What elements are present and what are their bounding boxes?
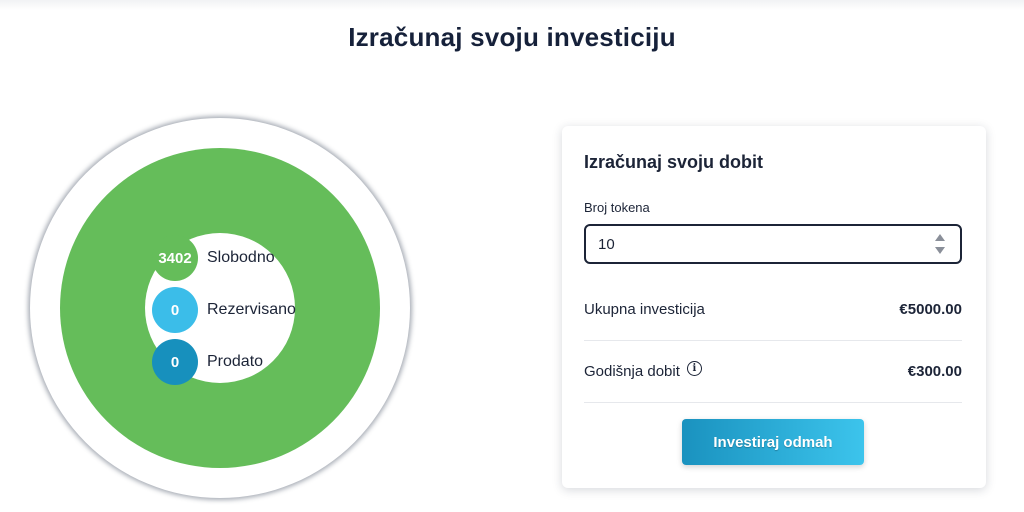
- legend-item-prodato: 0 Prodato: [152, 339, 296, 385]
- annual-profit-row: Godišnja dobit i €300.00: [584, 340, 962, 403]
- top-bar: [0, 0, 1024, 10]
- annual-profit-label: Godišnja dobit: [584, 362, 680, 380]
- annual-profit-label-group: Godišnja dobit i: [584, 360, 702, 380]
- token-count-label: Broj tokena: [584, 200, 650, 215]
- token-status-donut: 3402 Slobodno 0 Rezervisano 0 Prodato: [30, 118, 410, 498]
- stepper-down-icon[interactable]: [935, 247, 945, 254]
- info-icon[interactable]: i: [686, 360, 702, 376]
- legend-label-rezervisano: Rezervisano: [207, 301, 296, 318]
- total-investment-row: Ukupna investicija €5000.00: [584, 278, 962, 341]
- stepper-up-icon[interactable]: [935, 234, 945, 241]
- donut-legend: 3402 Slobodno 0 Rezervisano 0 Prodato: [152, 235, 296, 391]
- page-title: Izračunaj svoju investiciju: [348, 22, 676, 52]
- token-count-field[interactable]: [584, 224, 962, 264]
- total-investment-label: Ukupna investicija: [584, 300, 705, 318]
- annual-profit-value: €300.00: [907, 362, 962, 380]
- legend-item-slobodno: 3402 Slobodno: [152, 235, 296, 281]
- token-count-input[interactable]: [598, 226, 918, 262]
- legend-label-prodato: Prodato: [207, 353, 264, 370]
- legend-badge-slobodno: 3402: [152, 235, 198, 281]
- calculator-title: Izračunaj svoju dobit: [584, 152, 764, 172]
- invest-now-button[interactable]: Investiraj odmah: [682, 419, 864, 465]
- legend-badge-rezervisano: 0: [152, 287, 198, 333]
- stepper-arrows-icon[interactable]: [934, 232, 946, 256]
- profit-calculator-card: Izračunaj svoju dobit Broj tokena Ukupna…: [562, 126, 986, 488]
- legend-label-slobodno: Slobodno: [207, 249, 275, 266]
- total-investment-value: €5000.00: [899, 300, 962, 318]
- legend-badge-prodato: 0: [152, 339, 198, 385]
- legend-item-rezervisano: 0 Rezervisano: [152, 287, 296, 333]
